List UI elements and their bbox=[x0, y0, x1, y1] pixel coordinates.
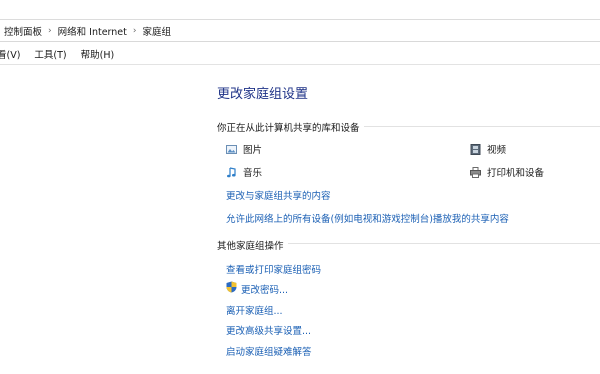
actions-section-title: 其他家庭组操作 bbox=[217, 238, 288, 252]
breadcrumb-network-internet[interactable]: 网络和 Internet bbox=[58, 24, 127, 38]
library-printers-label: 打印机和设备 bbox=[487, 168, 545, 179]
leave-homegroup-link[interactable]: 离开家庭组... bbox=[226, 303, 283, 317]
homegroup-troubleshooter-link[interactable]: 启动家庭组疑难解答 bbox=[226, 344, 312, 358]
menu-help[interactable]: 帮助(H) bbox=[81, 47, 115, 61]
library-music: 音乐 bbox=[226, 165, 262, 179]
library-videos: 视频 bbox=[470, 142, 506, 156]
library-videos-label: 视频 bbox=[487, 145, 507, 156]
change-shared-content-link[interactable]: 更改与家庭组共享的内容 bbox=[226, 188, 331, 202]
menu-view[interactable]: 看(V) bbox=[0, 47, 20, 61]
videos-icon bbox=[470, 143, 481, 155]
menu-bar: 看(V) 工具(T) 帮助(H) bbox=[0, 43, 600, 65]
printer-icon bbox=[470, 166, 481, 178]
breadcrumb-control-panel[interactable]: 控制面板 bbox=[4, 24, 42, 38]
breadcrumb-separator-icon: › bbox=[132, 25, 137, 36]
library-pictures-label: 图片 bbox=[243, 145, 263, 156]
library-music-label: 音乐 bbox=[243, 168, 263, 179]
change-password-link[interactable]: 更改密码... bbox=[241, 282, 288, 296]
breadcrumb-separator-icon: › bbox=[48, 25, 52, 36]
view-print-password-link[interactable]: 查看或打印家庭组密码 bbox=[226, 262, 321, 276]
allow-media-streaming-link[interactable]: 允许此网络上的所有设备(例如电视和游戏控制台)播放我的共享内容 bbox=[226, 211, 509, 225]
library-pictures: 图片 bbox=[226, 142, 262, 156]
advanced-sharing-settings-link[interactable]: 更改高级共享设置... bbox=[226, 323, 311, 337]
pictures-icon bbox=[226, 144, 237, 154]
shared-section-title: 你正在从此计算机共享的库和设备 bbox=[217, 120, 364, 134]
window-top-strip bbox=[0, 0, 600, 20]
uac-shield-icon bbox=[226, 281, 237, 293]
library-printers: 打印机和设备 bbox=[470, 165, 544, 179]
breadcrumb-homegroup[interactable]: 家庭组 bbox=[142, 24, 171, 38]
address-bar[interactable]: 控制面板 › 网络和 Internet › 家庭组 bbox=[0, 20, 600, 42]
page-title: 更改家庭组设置 bbox=[217, 87, 309, 102]
music-icon bbox=[227, 166, 236, 177]
menu-tools[interactable]: 工具(T) bbox=[34, 47, 66, 61]
main-content: 更改家庭组设置 你正在从此计算机共享的库和设备 图片 视频 音乐 打印机和设备 … bbox=[0, 66, 600, 374]
